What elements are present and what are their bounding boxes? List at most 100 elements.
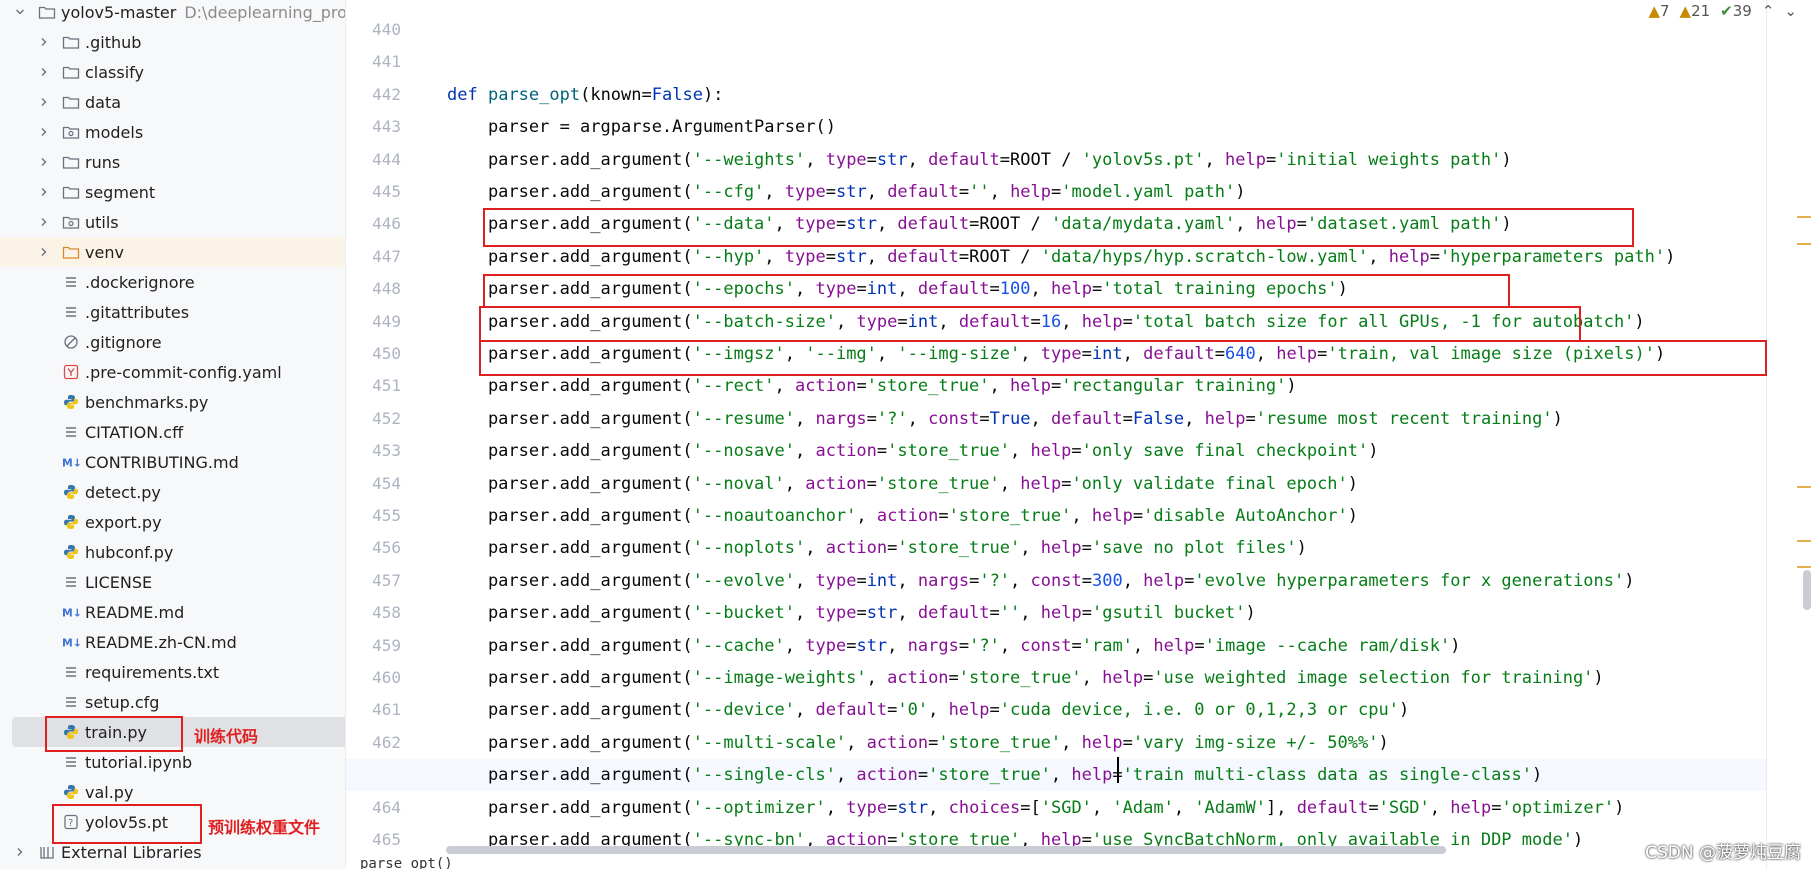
tree-item-detect-py[interactable]: detect.py — [0, 477, 345, 507]
train-annotation: 训练代码 — [194, 727, 259, 746]
text-file-icon — [62, 573, 80, 591]
chevron-right-icon[interactable] — [38, 186, 50, 198]
tree-root-yolov5-master[interactable]: yolov5-master D:\deeplearning_pro — [0, 0, 345, 27]
python-file-icon — [62, 783, 80, 801]
code-line-455[interactable]: parser.add_argument('--noautoanchor', ac… — [346, 500, 1766, 532]
warning-stripe — [1797, 243, 1811, 245]
code-line-463[interactable]: parser.add_argument('--single-cls', acti… — [346, 759, 1766, 792]
tree-item-utils[interactable]: utils — [0, 207, 345, 237]
tree-item-readme-md[interactable]: M↓ README.md — [0, 597, 345, 627]
weights-annotation: 预训练权重文件 — [208, 818, 321, 837]
code-editor[interactable]: 440 441 442 443 444 445 446 447 448 449 450 451 452 4… — [346, 0, 1815, 869]
tree-item-label: .dockerignore — [85, 272, 195, 292]
chevron-up-icon[interactable]: ⌃ — [1762, 2, 1775, 20]
tree-item-contributing-md[interactable]: M↓ CONTRIBUTING.md — [0, 447, 345, 477]
chevron-right-icon[interactable] — [38, 216, 50, 228]
chevron-right-icon[interactable] — [38, 126, 50, 138]
tree-item-label: runs — [85, 152, 121, 172]
tree-item-gitignore[interactable]: .gitignore — [0, 327, 345, 357]
code-text: parser.add_argument('--noplots', action=… — [447, 538, 1307, 559]
tree-item-label: venv — [85, 242, 124, 262]
chevron-down-icon[interactable] — [14, 6, 26, 18]
tree-item-pre-commit-config-yaml[interactable]: .pre-commit-config.yaml — [0, 357, 345, 387]
warning-stripe — [1797, 486, 1811, 488]
text-file-icon — [62, 663, 80, 681]
chevron-right-icon[interactable] — [38, 246, 50, 258]
chevron-right-icon[interactable] — [38, 66, 50, 78]
code-line-464[interactable]: parser.add_argument('--optimizer', type=… — [346, 792, 1766, 824]
code-text: def parse_opt(known=False): — [447, 84, 724, 105]
tree-item-gitattributes[interactable]: .gitattributes — [0, 297, 345, 327]
ignore-file-icon — [62, 333, 80, 351]
chevron-right-icon[interactable] — [38, 36, 50, 48]
tree-item-models[interactable]: models — [0, 117, 345, 147]
tree-item-setup-cfg[interactable]: setup.cfg — [0, 687, 345, 717]
markdown-file-icon: M↓ — [62, 453, 80, 471]
tree-item-venv[interactable]: venv — [0, 237, 345, 267]
tree-item-label: External Libraries — [61, 842, 202, 862]
tree-item-label: setup.cfg — [85, 692, 160, 712]
check-icon: ✔ — [1720, 2, 1733, 20]
typo-count[interactable]: ✔39 — [1720, 2, 1752, 20]
code-line-442[interactable]: def parse_opt(known=False): — [346, 79, 1766, 111]
project-tool-window: yolov5-master D:\deeplearning_pro .github c… — [0, 0, 346, 869]
chevron-right-icon[interactable] — [38, 96, 50, 108]
tree-item-runs[interactable]: runs — [0, 147, 345, 177]
code-line-462[interactable]: parser.add_argument('--multi-scale', act… — [346, 727, 1766, 759]
tree-item-segment[interactable]: segment — [0, 177, 345, 207]
python-file-icon — [62, 483, 80, 501]
code-line-partial[interactable]: return results — [346, 0, 1766, 2]
batch-size-arg-highlight — [479, 306, 1581, 342]
code-line-452[interactable]: parser.add_argument('--resume', nargs='?… — [346, 403, 1766, 435]
code-text: parser.add_argument('--multi-scale', act… — [447, 732, 1389, 753]
code-line-440[interactable] — [346, 14, 1766, 46]
tree-item-license[interactable]: LICENSE — [0, 567, 345, 597]
tree-item-citation-cff[interactable]: CITATION.cff — [0, 417, 345, 447]
code-line-453[interactable]: parser.add_argument('--nosave', action='… — [346, 435, 1766, 467]
tree-item-val-py[interactable]: val.py — [0, 777, 345, 807]
code-text: parser.add_argument('--device', default=… — [447, 700, 1410, 721]
folder-icon — [62, 153, 80, 171]
tree-item-label: .gitattributes — [85, 302, 190, 322]
train-highlight-box — [45, 716, 183, 752]
package-folder-icon — [62, 213, 80, 231]
code-line-457[interactable]: parser.add_argument('--evolve', type=int… — [346, 565, 1766, 597]
tree-item-github[interactable]: .github — [0, 27, 345, 57]
code-line-445[interactable]: parser.add_argument('--cfg', type=str, d… — [346, 176, 1766, 208]
code-text: parser.add_argument('--cache', type=str,… — [447, 635, 1461, 656]
excluded-folder-icon — [62, 243, 80, 261]
code-line-461[interactable]: parser.add_argument('--device', default=… — [346, 694, 1766, 726]
tree-item-data[interactable]: data — [0, 87, 345, 117]
tree-item-benchmarks-py[interactable]: benchmarks.py — [0, 387, 345, 417]
text-file-icon — [62, 303, 80, 321]
weak-warning-icon: ▲ — [1679, 2, 1692, 20]
weak-warning-count[interactable]: ▲21 — [1680, 2, 1711, 20]
code-line-444[interactable]: parser.add_argument('--weights', type=st… — [346, 144, 1766, 176]
watermark: CSDN @菠萝炖豆腐 — [1645, 843, 1801, 863]
inspection-widget[interactable]: ▲7 ▲21 ✔39 ⌃ ⌄ — [1648, 2, 1797, 20]
horizontal-scrollbar[interactable] — [446, 846, 1446, 854]
code-line-460[interactable]: parser.add_argument('--image-weights', a… — [346, 662, 1766, 694]
vertical-scrollbar[interactable] — [1803, 570, 1811, 610]
chevron-down-icon[interactable]: ⌄ — [1784, 2, 1797, 20]
folder-icon — [62, 33, 80, 51]
code-line-458[interactable]: parser.add_argument('--bucket', type=str… — [346, 597, 1766, 629]
code-line-443[interactable]: parser = argparse.ArgumentParser() — [346, 111, 1766, 143]
code-line-456[interactable]: parser.add_argument('--noplots', action=… — [346, 532, 1766, 564]
code-text: parser.add_argument('--resume', nargs='?… — [447, 408, 1563, 429]
code-line-454[interactable]: parser.add_argument('--noval', action='s… — [346, 468, 1766, 500]
chevron-right-icon[interactable] — [38, 156, 50, 168]
breadcrumb[interactable]: parse_opt() — [360, 856, 453, 869]
chevron-right-icon[interactable] — [14, 846, 26, 858]
notebook-file-icon — [62, 753, 80, 771]
tree-item-hubconf-py[interactable]: hubconf.py — [0, 537, 345, 567]
text-cursor — [1117, 757, 1119, 783]
code-line-441[interactable] — [346, 46, 1766, 78]
tree-item-dockerignore[interactable]: .dockerignore — [0, 267, 345, 297]
warning-count[interactable]: ▲7 — [1648, 2, 1669, 20]
code-line-459[interactable]: parser.add_argument('--cache', type=str,… — [346, 630, 1766, 662]
tree-item-export-py[interactable]: export.py — [0, 507, 345, 537]
tree-item-readme-zh-cn-md[interactable]: M↓ README.zh-CN.md — [0, 627, 345, 657]
tree-item-classify[interactable]: classify — [0, 57, 345, 87]
tree-item-requirements-txt[interactable]: requirements.txt — [0, 657, 345, 687]
